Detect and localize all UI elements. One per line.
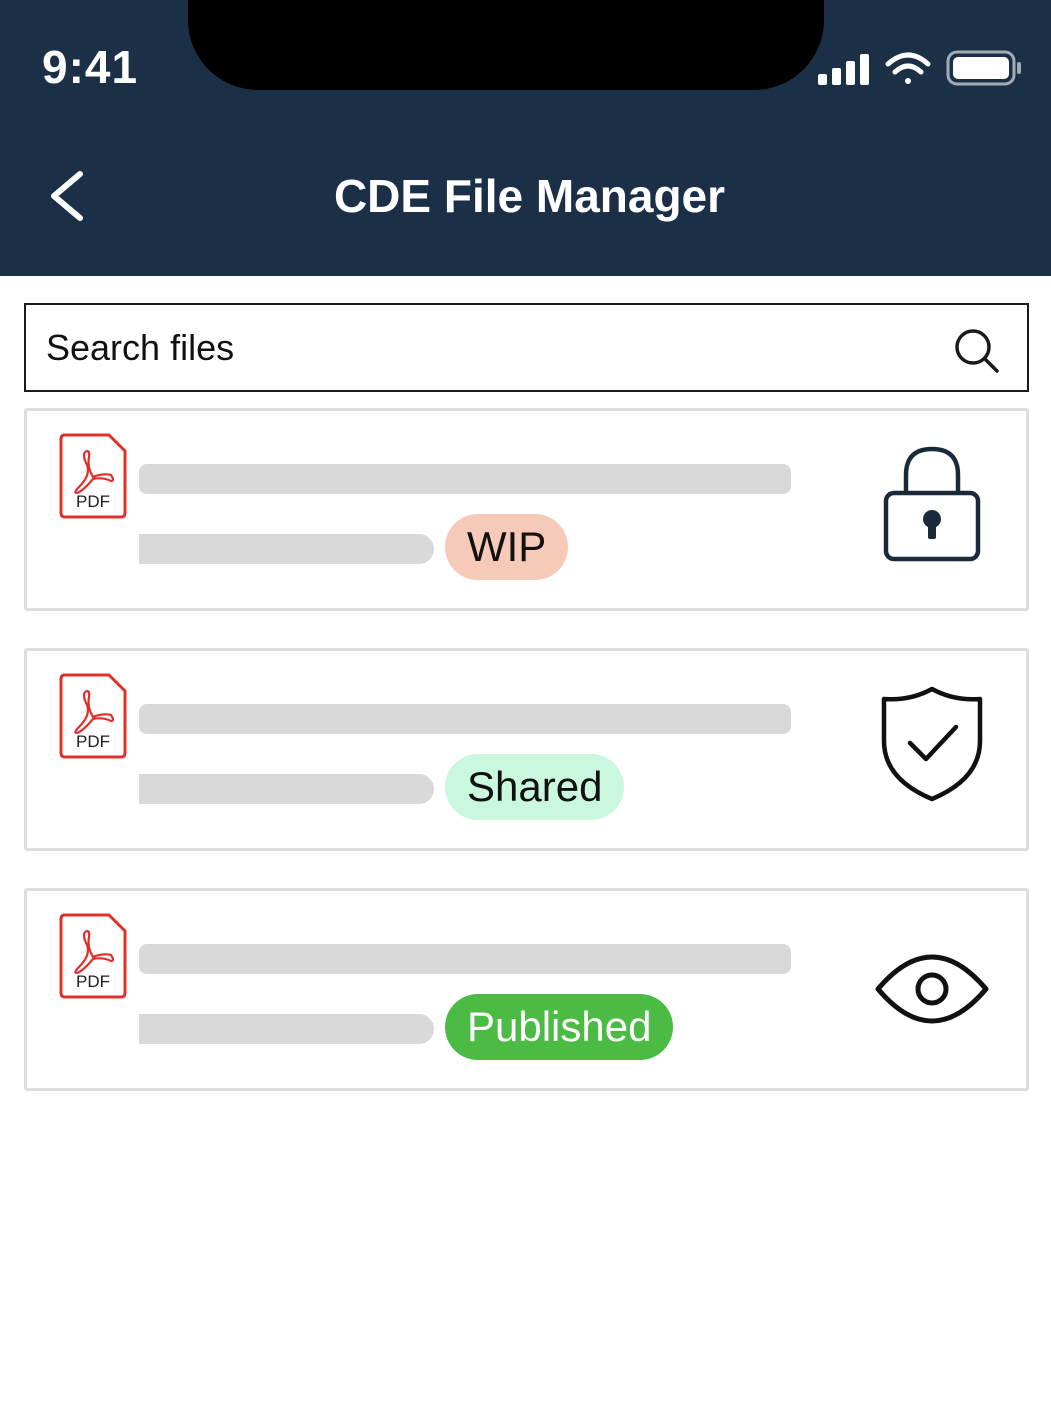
status-badge: Published bbox=[445, 994, 674, 1060]
file-meta-placeholder bbox=[139, 774, 434, 804]
signal-icon bbox=[818, 54, 869, 85]
battery-icon bbox=[946, 50, 1021, 86]
svg-text:PDF: PDF bbox=[76, 732, 110, 751]
status-badge: Shared bbox=[445, 754, 625, 820]
app-header: 9:41 CDE File Manager bbox=[0, 0, 1051, 276]
file-meta-placeholder bbox=[139, 534, 434, 564]
pdf-file-icon: PDF bbox=[59, 673, 127, 759]
page-title: CDE File Manager bbox=[333, 170, 726, 222]
svg-text:PDF: PDF bbox=[76, 972, 110, 991]
file-card[interactable]: PDF WIP bbox=[24, 408, 1029, 611]
search-icon[interactable] bbox=[953, 327, 1001, 375]
svg-text:PDF: PDF bbox=[76, 492, 110, 511]
status-bar-icons bbox=[818, 50, 1021, 86]
status-badge: WIP bbox=[445, 514, 569, 580]
file-name-placeholder bbox=[139, 464, 791, 494]
file-meta-placeholder bbox=[139, 1014, 434, 1044]
wifi-icon bbox=[885, 52, 931, 84]
lock-icon[interactable] bbox=[872, 439, 992, 569]
file-card[interactable]: PDF Shared bbox=[24, 648, 1029, 851]
search-bar[interactable] bbox=[24, 303, 1029, 392]
eye-icon[interactable] bbox=[872, 919, 992, 1049]
search-input[interactable] bbox=[46, 305, 946, 390]
pdf-file-icon: PDF bbox=[59, 913, 127, 999]
device-notch bbox=[188, 0, 824, 90]
file-name-placeholder bbox=[139, 944, 791, 974]
pdf-file-icon: PDF bbox=[59, 433, 127, 519]
status-time: 9:41 bbox=[42, 41, 139, 93]
file-name-placeholder bbox=[139, 704, 791, 734]
file-card[interactable]: PDF Published bbox=[24, 888, 1029, 1091]
shield-check-icon[interactable] bbox=[872, 679, 992, 809]
